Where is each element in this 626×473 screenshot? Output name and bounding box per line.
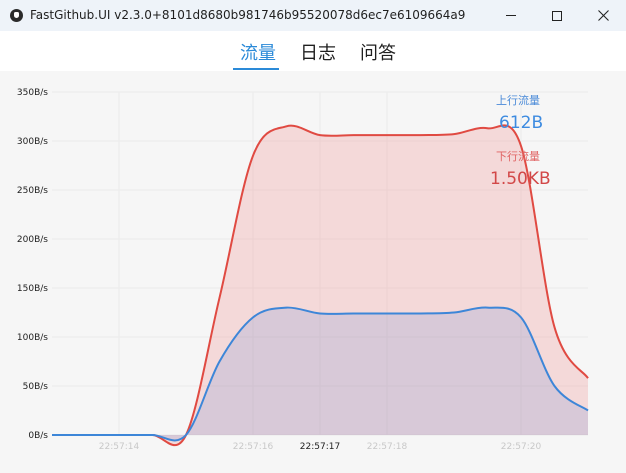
tab-qa[interactable]: 问答 bbox=[360, 39, 396, 65]
tab-traffic[interactable]: 流量 bbox=[240, 39, 276, 65]
app-logo-icon bbox=[10, 9, 23, 22]
x-tick-label: 22:57:16 bbox=[233, 442, 274, 452]
minimize-icon bbox=[506, 15, 516, 16]
x-tick-label: 22:57:20 bbox=[501, 442, 542, 452]
upload-area bbox=[52, 307, 588, 441]
y-tick-label: 200B/s bbox=[17, 235, 48, 245]
download-legend-value: 1.50KB bbox=[490, 169, 551, 189]
y-tick-label: 300B/s bbox=[17, 137, 48, 147]
x-tick-label: 22:57:17 bbox=[300, 442, 340, 452]
app-window: FastGithub.UI v2.3.0+8101d8680b981746b95… bbox=[0, 0, 626, 473]
y-tick-label: 150B/s bbox=[17, 284, 48, 294]
close-button[interactable] bbox=[580, 0, 626, 31]
x-tick-label: 22:57:14 bbox=[99, 442, 140, 452]
maximize-icon bbox=[552, 10, 562, 21]
maximize-button[interactable] bbox=[534, 0, 580, 31]
upload-legend-label: 上行流量 bbox=[496, 94, 540, 107]
y-tick-label: 350B/s bbox=[17, 88, 48, 98]
upload-legend-value: 612B bbox=[499, 113, 544, 133]
tab-log[interactable]: 日志 bbox=[300, 39, 336, 65]
title-bar[interactable]: FastGithub.UI v2.3.0+8101d8680b981746b95… bbox=[0, 0, 626, 31]
y-tick-label: 250B/s bbox=[17, 186, 48, 196]
minimize-button[interactable] bbox=[488, 0, 534, 31]
download-legend-label: 下行流量 bbox=[496, 150, 540, 163]
y-tick-label: 0B/s bbox=[28, 431, 48, 441]
y-tick-label: 50B/s bbox=[23, 382, 49, 392]
tab-bar: 流量 日志 问答 bbox=[0, 31, 626, 71]
x-tick-label: 22:57:18 bbox=[367, 442, 408, 452]
window-title: FastGithub.UI v2.3.0+8101d8680b981746b95… bbox=[30, 8, 466, 22]
active-tab-indicator bbox=[233, 68, 279, 70]
close-icon bbox=[597, 10, 609, 21]
y-tick-label: 100B/s bbox=[17, 333, 48, 343]
